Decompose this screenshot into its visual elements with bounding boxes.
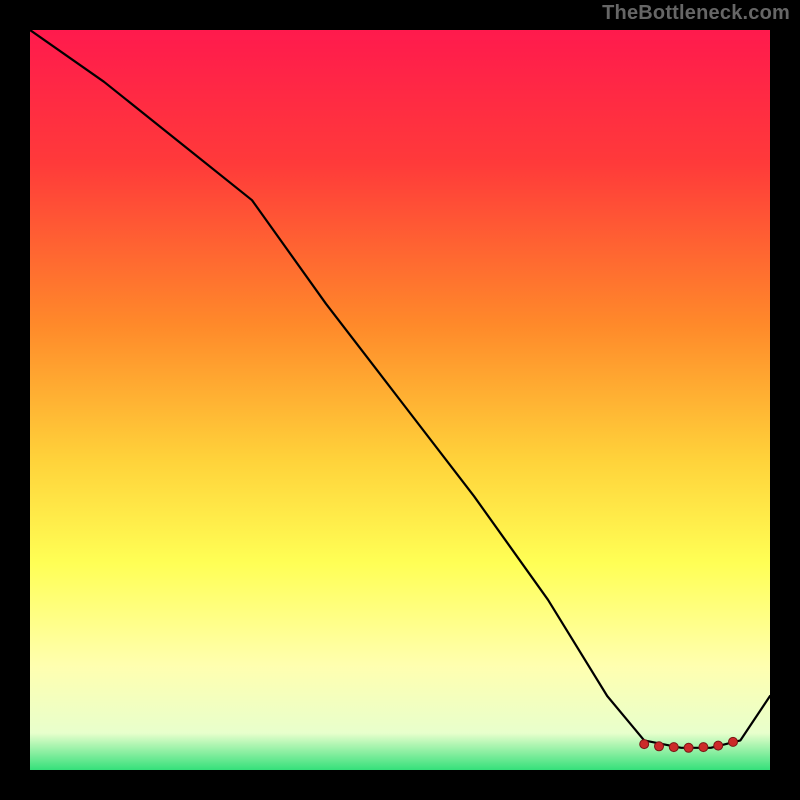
chart-svg xyxy=(30,30,770,770)
chart-frame: TheBottleneck.com xyxy=(0,0,800,800)
plot-area xyxy=(30,30,770,770)
watermark-text: TheBottleneck.com xyxy=(602,2,790,25)
